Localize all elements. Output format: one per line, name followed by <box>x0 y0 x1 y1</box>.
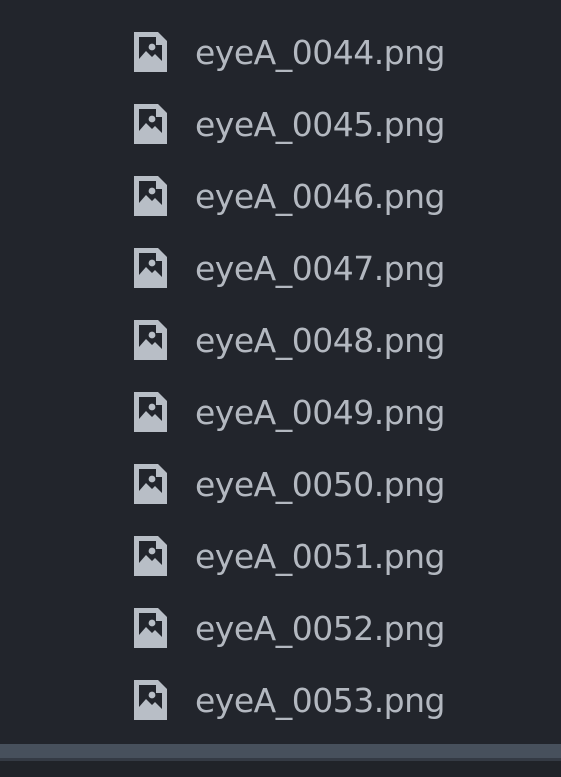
image-file-icon <box>134 464 167 504</box>
image-file-icon <box>134 176 167 216</box>
image-file-icon <box>134 392 167 432</box>
image-file-icon <box>134 536 167 576</box>
image-file-icon <box>134 104 167 144</box>
file-item[interactable]: eyeA_0053.png <box>0 664 561 736</box>
horizontal-scrollbar[interactable] <box>0 744 561 758</box>
file-name: eyeA_0052.png <box>195 608 446 648</box>
file-explorer: eyeA_0044.png eyeA_0045.png eyeA_0046.pn… <box>0 0 561 777</box>
file-item[interactable]: eyeA_0051.png <box>0 520 561 592</box>
image-file-icon <box>134 608 167 648</box>
file-item[interactable]: eyeA_0048.png <box>0 304 561 376</box>
file-name: eyeA_0049.png <box>195 392 446 432</box>
file-name: eyeA_0053.png <box>195 680 446 720</box>
file-item[interactable]: eyeA_0050.png <box>0 448 561 520</box>
file-item[interactable]: eyeA_0052.png <box>0 592 561 664</box>
file-item[interactable]: eyeA_0044.png <box>0 16 561 88</box>
file-name: eyeA_0045.png <box>195 104 446 144</box>
file-item[interactable]: eyeA_0045.png <box>0 88 561 160</box>
file-item[interactable]: eyeA_0049.png <box>0 376 561 448</box>
file-name: eyeA_0044.png <box>195 32 446 72</box>
file-item[interactable]: eyeA_0046.png <box>0 160 561 232</box>
image-file-icon <box>134 680 167 720</box>
file-name: eyeA_0047.png <box>195 248 446 288</box>
file-name: eyeA_0048.png <box>195 320 446 360</box>
bottom-panel-area <box>0 761 561 777</box>
file-item[interactable]: eyeA_0047.png <box>0 232 561 304</box>
image-file-icon <box>134 320 167 360</box>
file-name: eyeA_0051.png <box>195 536 446 576</box>
file-list: eyeA_0044.png eyeA_0045.png eyeA_0046.pn… <box>0 16 561 736</box>
image-file-icon <box>134 32 167 72</box>
file-name: eyeA_0050.png <box>195 464 446 504</box>
file-name: eyeA_0046.png <box>195 176 446 216</box>
image-file-icon <box>134 248 167 288</box>
